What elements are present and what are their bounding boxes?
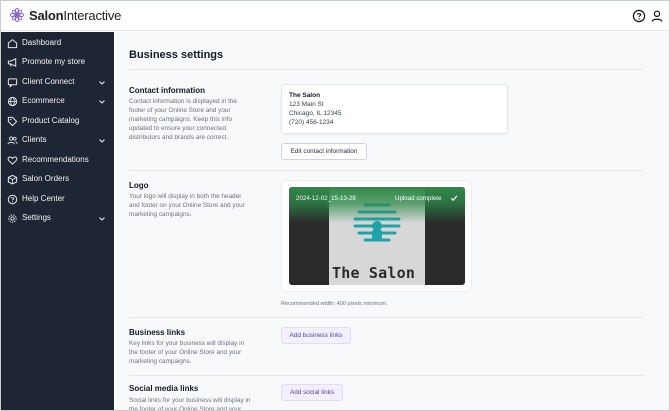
- tag-icon: [7, 116, 18, 127]
- brand-name: SalonInteractive: [29, 8, 121, 23]
- business-links-description: Key links for your business will display…: [129, 340, 245, 365]
- edit-contact-button[interactable]: Edit contact information: [281, 143, 367, 160]
- contact-phone: (720) 456-1234: [289, 119, 334, 126]
- logo-file-name: 2024-12-02_15-13-28: [296, 195, 356, 202]
- brand-secondary-text: Interactive: [63, 7, 122, 23]
- chevron-down-icon: [99, 100, 105, 104]
- business-links-title: Business links: [129, 328, 186, 337]
- section-divider: [129, 317, 643, 318]
- sidebar-item-product-catalog[interactable]: Product Catalog: [1, 113, 114, 132]
- main-content: Business settings Contact information Co…: [115, 32, 669, 411]
- sidebar-item-promote[interactable]: Promote my store: [1, 54, 114, 73]
- sidebar-item-label: Settings: [22, 213, 51, 222]
- top-header: SalonInteractive: [1, 1, 669, 31]
- add-business-links-button[interactable]: Add business links: [281, 327, 351, 344]
- brand-logo[interactable]: SalonInteractive: [9, 7, 121, 23]
- user-icon[interactable]: [650, 9, 664, 23]
- title-divider: [129, 69, 643, 70]
- social-links-description: Social links for your business will disp…: [129, 397, 251, 411]
- contact-address-line2: Chicago, IL 12345: [289, 110, 342, 117]
- add-social-links-button[interactable]: Add social links: [281, 384, 343, 401]
- contact-section-title: Contact information: [129, 86, 205, 95]
- social-links-title: Social media links: [129, 384, 199, 393]
- help-circle-icon[interactable]: [632, 9, 646, 23]
- sidebar-item-client-connect[interactable]: Client Connect: [1, 74, 114, 93]
- page-title: Business settings: [129, 49, 224, 61]
- chevron-down-icon: [99, 139, 105, 143]
- gear-icon: [8, 214, 17, 223]
- logo-preview: The Salon 2024-12-02_15-13-28 Upload com…: [289, 187, 465, 285]
- logo-image-text: The Salon: [332, 264, 416, 282]
- contact-address-line1: 123 Main St: [289, 101, 324, 108]
- globe-icon: [7, 96, 18, 107]
- logo-section-description: Your logo will display in both the heade…: [129, 193, 245, 218]
- home-icon: [7, 38, 18, 49]
- upload-status-overlay: [289, 187, 465, 223]
- contact-card: The Salon 123 Main St Chicago, IL 12345 …: [281, 84, 508, 134]
- users-icon: [7, 136, 18, 145]
- contact-name: The Salon: [289, 92, 321, 99]
- logo-section-title: Logo: [129, 181, 149, 190]
- checkmark-icon: [450, 195, 458, 202]
- sidebar-item-label: Client Connect: [22, 77, 75, 86]
- help-icon: [7, 194, 18, 205]
- section-divider: [129, 375, 643, 376]
- megaphone-icon: [7, 58, 17, 67]
- heart-icon: [7, 156, 18, 165]
- sidebar-item-help-center[interactable]: Help Center: [1, 191, 114, 210]
- chevron-down-icon: [99, 81, 105, 85]
- box-icon: [7, 174, 18, 185]
- sidebar-item-settings[interactable]: Settings: [1, 210, 114, 229]
- flower-logo-icon: [9, 7, 25, 23]
- sidebar-item-clients[interactable]: Clients: [1, 132, 114, 151]
- sidebar-item-ecommerce[interactable]: Ecommerce: [1, 93, 114, 112]
- sidebar-item-label: Ecommerce: [22, 96, 65, 105]
- sidebar-item-label: Recommendations: [22, 155, 89, 164]
- sidebar-item-label: Salon Orders: [22, 174, 70, 183]
- sidebar: Dashboard Promote my store Client Connec…: [1, 32, 114, 410]
- sidebar-item-label: Product Catalog: [22, 116, 80, 125]
- section-divider: [129, 170, 643, 171]
- chevron-down-icon: [99, 217, 105, 221]
- sidebar-item-dashboard[interactable]: Dashboard: [1, 35, 114, 54]
- logo-upload-card[interactable]: The Salon 2024-12-02_15-13-28 Upload com…: [281, 180, 472, 292]
- sidebar-item-salon-orders[interactable]: Salon Orders: [1, 171, 114, 190]
- brand-primary-text: Salon: [29, 7, 64, 23]
- app-window: SalonInteractive Dashboard Promote my st…: [0, 0, 670, 411]
- sidebar-item-label: Help Center: [22, 194, 65, 203]
- sidebar-item-label: Dashboard: [22, 38, 62, 47]
- sidebar-item-label: Promote my store: [22, 57, 86, 66]
- sidebar-item-recommendations[interactable]: Recommendations: [1, 152, 114, 171]
- sidebar-item-label: Clients: [22, 135, 47, 144]
- message-icon: [7, 78, 18, 88]
- upload-status-text: Upload complete: [395, 195, 442, 202]
- logo-size-hint: Recommended width: 400 pixels minimum.: [281, 301, 388, 307]
- contact-section-description: Contact information is displayed in the …: [129, 98, 237, 141]
